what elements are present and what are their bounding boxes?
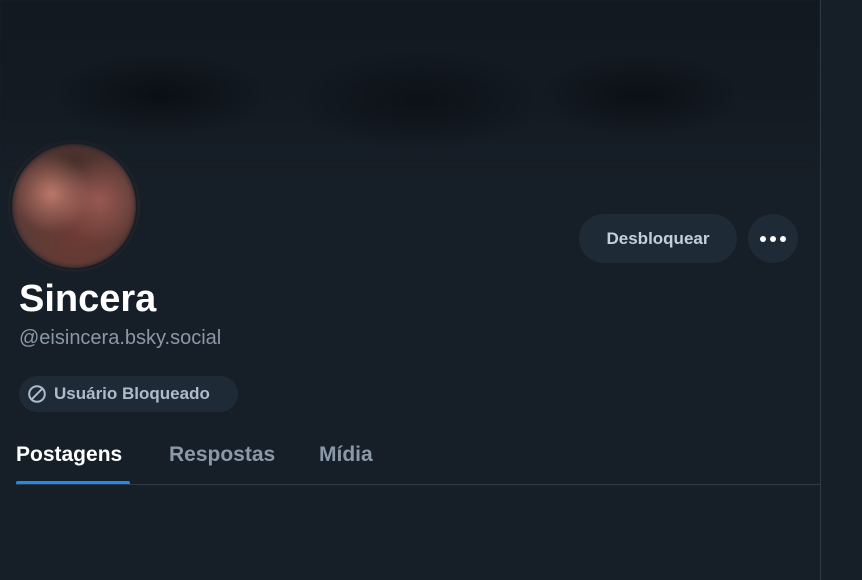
profile-column: Desbloquear Sincera @eisincera.bsky.soci… — [0, 0, 820, 580]
profile-handle: @eisincera.bsky.social — [19, 327, 222, 349]
blocked-user-badge: Usuário Bloqueado — [19, 376, 238, 412]
more-options-button[interactable] — [748, 214, 798, 263]
profile-tabs: Postagens Respostas Mídia — [0, 424, 820, 485]
tab-postagens[interactable]: Postagens — [16, 424, 122, 485]
unblock-button[interactable]: Desbloquear — [579, 214, 737, 263]
avatar-ring — [10, 142, 138, 270]
ellipsis-icon — [760, 235, 786, 242]
profile-banner[interactable] — [0, 0, 820, 165]
tab-respostas[interactable]: Respostas — [169, 424, 275, 485]
display-name: Sincera — [19, 278, 157, 320]
blocked-badge-label: Usuário Bloqueado — [54, 384, 210, 403]
tabs-divider — [16, 484, 820, 485]
ban-icon — [27, 384, 47, 404]
tab-midia[interactable]: Mídia — [319, 424, 373, 485]
right-gutter — [821, 0, 862, 580]
